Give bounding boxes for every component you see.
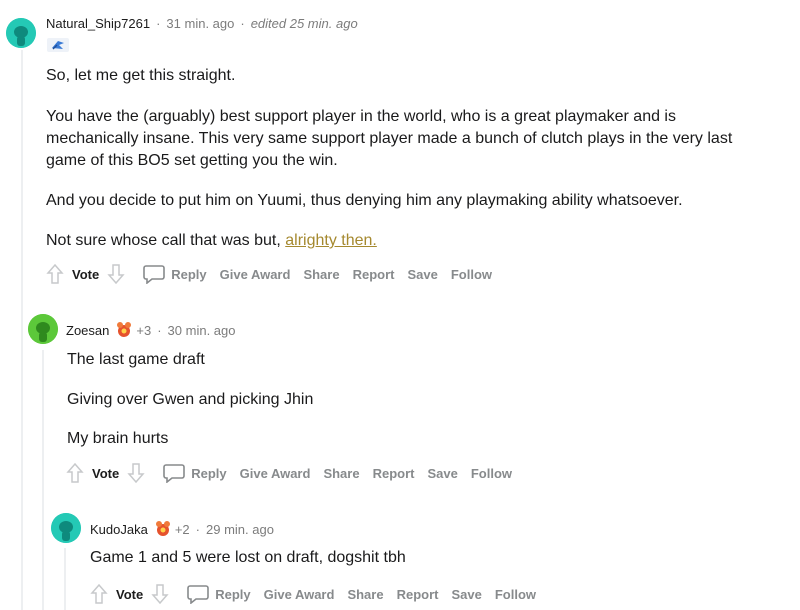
thread-line-1[interactable] xyxy=(21,50,23,610)
reply-bubble-icon xyxy=(163,464,186,483)
paragraph: The last game draft xyxy=(67,351,205,368)
author-name[interactable]: Natural_Ship7261 xyxy=(46,16,150,31)
comment-body: Game 1 and 5 were lost on draft, dogshit… xyxy=(90,547,770,569)
paragraph: mechanically insane. This very same supp… xyxy=(46,130,733,147)
comment-body: The last game draft Giving over Gwen and… xyxy=(67,349,767,450)
timestamp[interactable]: 30 min. ago xyxy=(168,323,236,338)
comment-meta: KudoJaka +2 · 29 min. ago xyxy=(90,520,274,538)
reply-button[interactable]: Reply xyxy=(143,264,207,284)
upvote-icon[interactable] xyxy=(46,263,64,285)
report-button[interactable]: Report xyxy=(397,587,439,602)
comment-meta: Zoesan +3 · 30 min. ago xyxy=(66,321,235,339)
paragraph: So, let me get this straight. xyxy=(46,67,236,84)
share-button[interactable]: Share xyxy=(347,587,383,602)
save-button[interactable]: Save xyxy=(427,466,457,481)
report-button[interactable]: Report xyxy=(373,466,415,481)
user-flair xyxy=(47,38,69,52)
award-flair-icon xyxy=(117,322,132,337)
paragraph: My brain hurts xyxy=(67,430,169,447)
thread-line-2[interactable] xyxy=(42,350,44,610)
avatar[interactable] xyxy=(28,314,58,344)
snoo-avatar-icon xyxy=(28,314,58,344)
paragraph-last: Not sure whose call that was but, alrigh… xyxy=(46,230,786,252)
vote-group: Vote xyxy=(90,583,169,605)
author-name[interactable]: KudoJaka xyxy=(90,522,148,537)
flair-count: +2 xyxy=(174,521,190,537)
follow-button[interactable]: Follow xyxy=(471,466,512,481)
thread-line-3[interactable] xyxy=(64,548,66,610)
upvote-icon[interactable] xyxy=(66,462,84,484)
reply-bubble-icon xyxy=(187,585,210,604)
vote-group: Vote xyxy=(46,263,125,285)
avatar[interactable] xyxy=(6,18,36,48)
snoo-avatar-icon xyxy=(6,18,36,48)
reply-label: Reply xyxy=(215,586,251,602)
vote-group: Vote xyxy=(66,462,145,484)
reply-button[interactable]: Reply xyxy=(187,584,251,604)
save-button[interactable]: Save xyxy=(407,267,437,282)
author-name[interactable]: Zoesan xyxy=(66,323,109,338)
report-button[interactable]: Report xyxy=(353,267,395,282)
separator: · xyxy=(157,322,162,338)
separator: · xyxy=(195,521,200,537)
inline-link[interactable]: alrighty then. xyxy=(285,232,377,249)
share-button[interactable]: Share xyxy=(303,267,339,282)
award-flair: +2 xyxy=(154,520,190,538)
comment-actions: Vote Reply Give Award Share Report Save … xyxy=(66,461,525,485)
paragraph: And you decide to put him on Yuumi, thus… xyxy=(46,192,683,209)
timestamp[interactable]: 29 min. ago xyxy=(206,522,274,537)
comment-meta: Natural_Ship7261 · 31 min. ago · edited … xyxy=(46,16,358,31)
paragraph: Game 1 and 5 were lost on draft, dogshit… xyxy=(90,549,406,566)
separator: · xyxy=(156,16,161,31)
vote-label: Vote xyxy=(72,266,100,282)
give-award-button[interactable]: Give Award xyxy=(264,587,335,602)
reply-label: Reply xyxy=(171,266,207,282)
avatar[interactable] xyxy=(51,513,81,543)
comment-actions: Vote Reply Give Award Share Report Save … xyxy=(90,582,549,606)
award-flair-icon xyxy=(155,521,170,536)
award-flair: +3 xyxy=(115,321,151,339)
reply-button[interactable]: Reply xyxy=(163,463,227,483)
follow-button[interactable]: Follow xyxy=(495,587,536,602)
upvote-icon[interactable] xyxy=(90,583,108,605)
flair-icon xyxy=(52,41,64,50)
give-award-button[interactable]: Give Award xyxy=(240,466,311,481)
flair-count: +3 xyxy=(136,322,152,338)
snoo-avatar-icon xyxy=(51,513,81,543)
edited-timestamp: edited 25 min. ago xyxy=(250,16,358,31)
timestamp[interactable]: 31 min. ago xyxy=(166,16,234,31)
reply-label: Reply xyxy=(191,465,227,481)
share-button[interactable]: Share xyxy=(323,466,359,481)
paragraph: Giving over Gwen and picking Jhin xyxy=(67,391,314,408)
give-award-button[interactable]: Give Award xyxy=(220,267,291,282)
separator: · xyxy=(240,16,245,31)
downvote-icon[interactable] xyxy=(107,263,125,285)
paragraph: You have the (arguably) best support pla… xyxy=(46,108,676,125)
vote-label: Vote xyxy=(116,586,144,602)
reply-bubble-icon xyxy=(143,265,166,284)
paragraph: game of this BO5 set getting you the win… xyxy=(46,152,338,169)
save-button[interactable]: Save xyxy=(451,587,481,602)
comment-actions: Vote Reply Give Award Share Report Save … xyxy=(46,262,505,286)
downvote-icon[interactable] xyxy=(127,462,145,484)
follow-button[interactable]: Follow xyxy=(451,267,492,282)
paragraph-text: Not sure whose call that was but, xyxy=(46,232,286,249)
downvote-icon[interactable] xyxy=(151,583,169,605)
comment-body: So, let me get this straight. You have t… xyxy=(46,65,786,252)
vote-label: Vote xyxy=(92,465,120,481)
